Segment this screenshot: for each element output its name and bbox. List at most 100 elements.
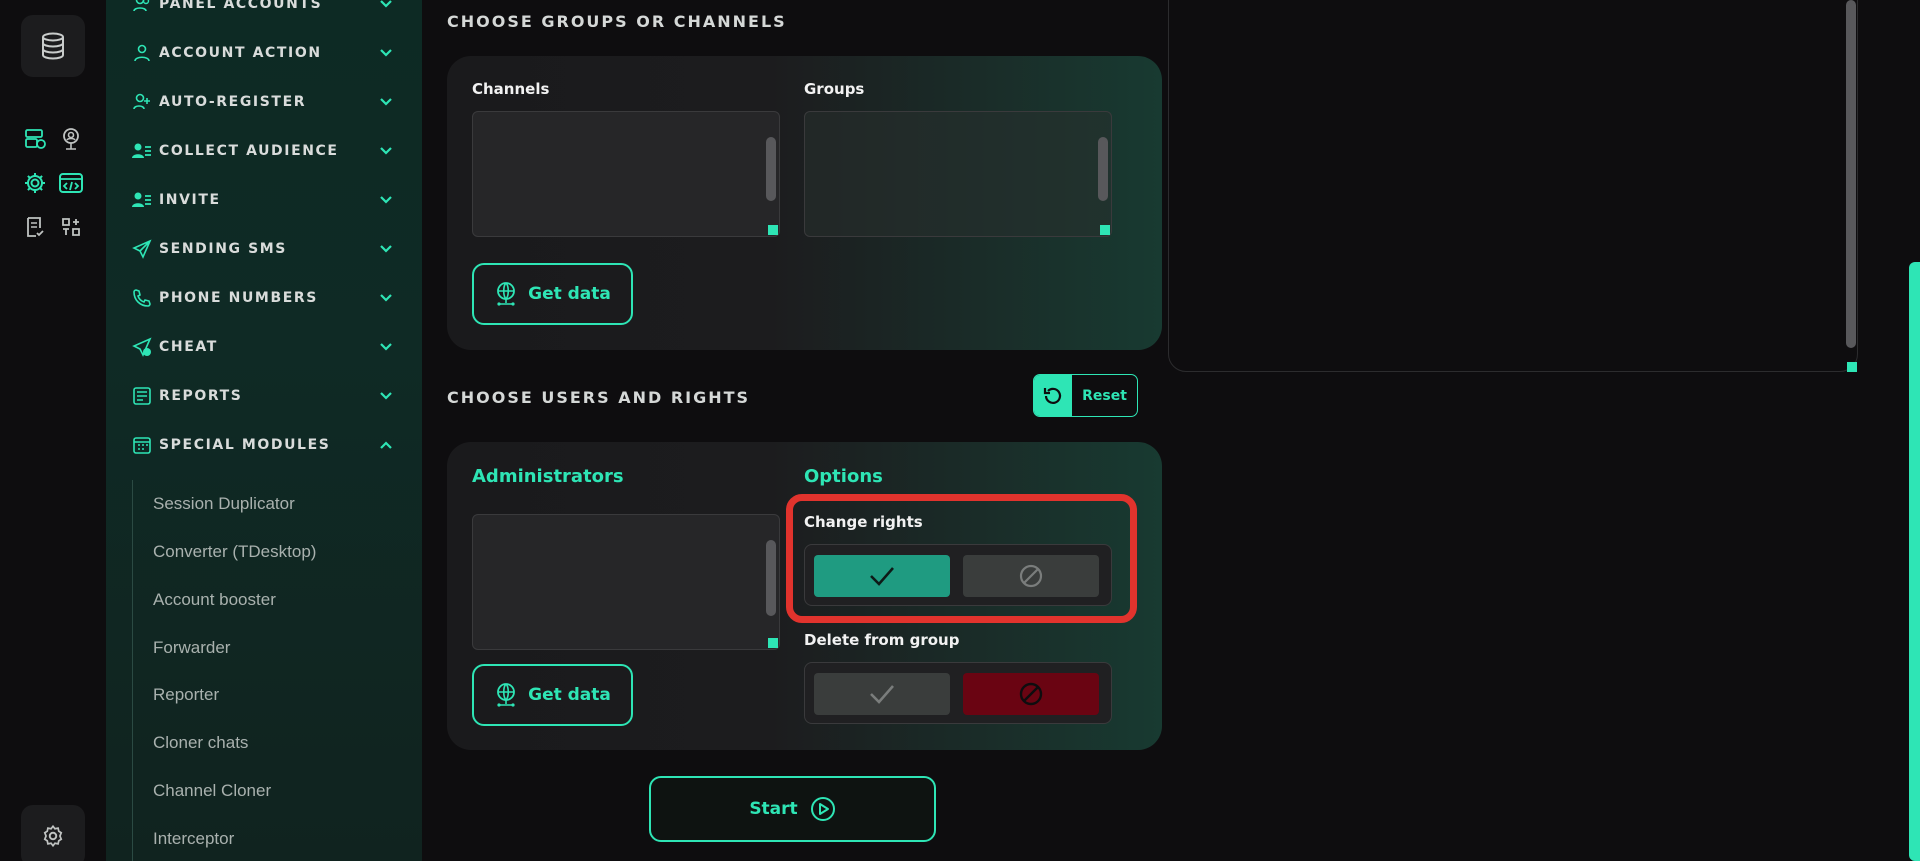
chevron-down-icon [378, 0, 394, 12]
administrators-listbox[interactable] [472, 514, 780, 650]
submenu-item[interactable]: Session Duplicator [153, 494, 295, 514]
get-data-label: Get data [528, 685, 611, 705]
user-plus-icon [131, 91, 153, 113]
ban-icon [1019, 682, 1043, 706]
channels-label: Channels [472, 80, 550, 98]
chevron-down-icon [378, 241, 394, 257]
resize-handle[interactable] [768, 225, 778, 235]
output-resize-handle[interactable] [1847, 362, 1857, 372]
app-root: PANEL ACCOUNTS ACCOUNT ACTION AUTO-REGIS… [0, 0, 1920, 861]
user-icon [131, 42, 153, 64]
sidebar-item-label: AUTO-REGISTER [159, 94, 307, 110]
sidebar-item-cheat[interactable]: CHEAT [106, 327, 422, 367]
chevron-down-icon [378, 45, 394, 61]
user-list-icon [131, 140, 153, 162]
groups-listbox[interactable] [804, 111, 1112, 237]
chevron-down-icon [378, 290, 394, 306]
icon-rail [0, 0, 106, 861]
page-scrollbar[interactable] [1909, 262, 1920, 861]
delete-from-group-label: Delete from group [804, 631, 960, 649]
sidebar-item-label: SPECIAL MODULES [159, 437, 331, 453]
report-icon [131, 385, 153, 407]
delete-from-group-deny-button[interactable] [963, 673, 1099, 715]
sidebar-item-label: REPORTS [159, 388, 243, 404]
groups-section-title: CHOOSE GROUPS OR CHANNELS [447, 12, 787, 31]
get-data-button[interactable]: Get data [472, 664, 633, 726]
sidebar-item-label: INVITE [159, 192, 221, 208]
globe-network-icon [497, 282, 516, 306]
sidebar-item-panel-accounts[interactable]: PANEL ACCOUNTS [106, 0, 422, 24]
get-data-button[interactable]: Get data [472, 263, 633, 325]
resize-handle[interactable] [1100, 225, 1110, 235]
paper-plane-icon [131, 238, 153, 260]
shapes-icon[interactable] [58, 214, 84, 240]
resize-handle[interactable] [768, 638, 778, 648]
server-check-icon[interactable] [22, 126, 48, 152]
groups-label: Groups [804, 80, 865, 98]
scrollbar[interactable] [766, 540, 776, 616]
main-content: CHOOSE GROUPS OR CHANNELS Channels Group… [422, 0, 1920, 861]
output-panel[interactable] [1168, 0, 1858, 372]
sidebar-item-collect-audience[interactable]: COLLECT AUDIENCE [106, 131, 422, 171]
users-icon [131, 0, 153, 15]
sidebar-item-account-action[interactable]: ACCOUNT ACTION [106, 33, 422, 73]
chevron-up-icon [378, 437, 394, 453]
options-label: Options [804, 466, 883, 487]
chevron-down-icon [378, 94, 394, 110]
submenu-item[interactable]: Converter (TDesktop) [153, 542, 316, 562]
start-label: Start [749, 799, 798, 819]
channels-listbox[interactable] [472, 111, 780, 237]
globe-network-icon [497, 683, 516, 707]
users-section-title: CHOOSE USERS AND RIGHTS [447, 388, 751, 407]
sidebar-item-phone-numbers[interactable]: PHONE NUMBERS [106, 278, 422, 318]
sidebar-item-label: ACCOUNT ACTION [159, 45, 322, 61]
sidebar-item-sending-sms[interactable]: SENDING SMS [106, 229, 422, 269]
phone-icon [131, 287, 153, 309]
scrollbar[interactable] [766, 137, 776, 201]
start-button[interactable]: Start [649, 776, 936, 842]
scrollbar[interactable] [1098, 137, 1108, 201]
sidebar-item-label: COLLECT AUDIENCE [159, 143, 339, 159]
sidebar-item-label: SENDING SMS [159, 241, 287, 257]
submenu-item[interactable]: Forwarder [153, 638, 230, 658]
sidebar-item-label: PANEL ACCOUNTS [159, 0, 323, 12]
calendar-grid-icon [131, 434, 153, 456]
administrators-label: Administrators [472, 466, 624, 487]
reset-label: Reset [1082, 387, 1127, 404]
change-rights-highlight [786, 494, 1137, 623]
settings-gear-icon[interactable] [22, 170, 48, 196]
submenu-item[interactable]: Reporter [153, 685, 219, 705]
database-button[interactable] [21, 15, 85, 77]
settings-icon [43, 824, 63, 848]
sidebar-item-reports[interactable]: REPORTS [106, 376, 422, 416]
database-icon [42, 32, 64, 60]
plane-plus-icon [131, 336, 153, 358]
chevron-down-icon [378, 388, 394, 404]
submenu-divider [132, 480, 133, 861]
submenu-item[interactable]: Interceptor [153, 829, 234, 849]
sidebar-item-invite[interactable]: INVITE [106, 180, 422, 220]
refresh-icon [1034, 375, 1072, 416]
submenu-item[interactable]: Cloner chats [153, 733, 248, 753]
user-pin-icon[interactable] [58, 126, 84, 152]
sidebar-item-label: CHEAT [159, 339, 218, 355]
chevron-down-icon [378, 339, 394, 355]
check-icon [870, 685, 894, 704]
user-list-icon [131, 189, 153, 211]
chevron-down-icon [378, 143, 394, 159]
output-scrollbar[interactable] [1846, 0, 1856, 348]
delete-from-group-toggle [804, 662, 1112, 724]
code-window-icon[interactable] [58, 170, 84, 196]
delete-from-group-allow-button[interactable] [814, 673, 950, 715]
checklist-icon[interactable] [22, 214, 48, 240]
chevron-down-icon [378, 192, 394, 208]
submenu-item[interactable]: Account booster [153, 590, 276, 610]
play-circle-icon [810, 797, 835, 821]
groups-panel: Channels Groups Get data [447, 56, 1162, 350]
sidebar-item-auto-register[interactable]: AUTO-REGISTER [106, 82, 422, 122]
get-data-label: Get data [528, 284, 611, 304]
submenu-item[interactable]: Channel Cloner [153, 781, 271, 801]
reset-button[interactable]: Reset [1033, 374, 1138, 417]
sidebar-item-special-modules[interactable]: SPECIAL MODULES [106, 425, 422, 465]
settings-button[interactable] [21, 805, 85, 861]
